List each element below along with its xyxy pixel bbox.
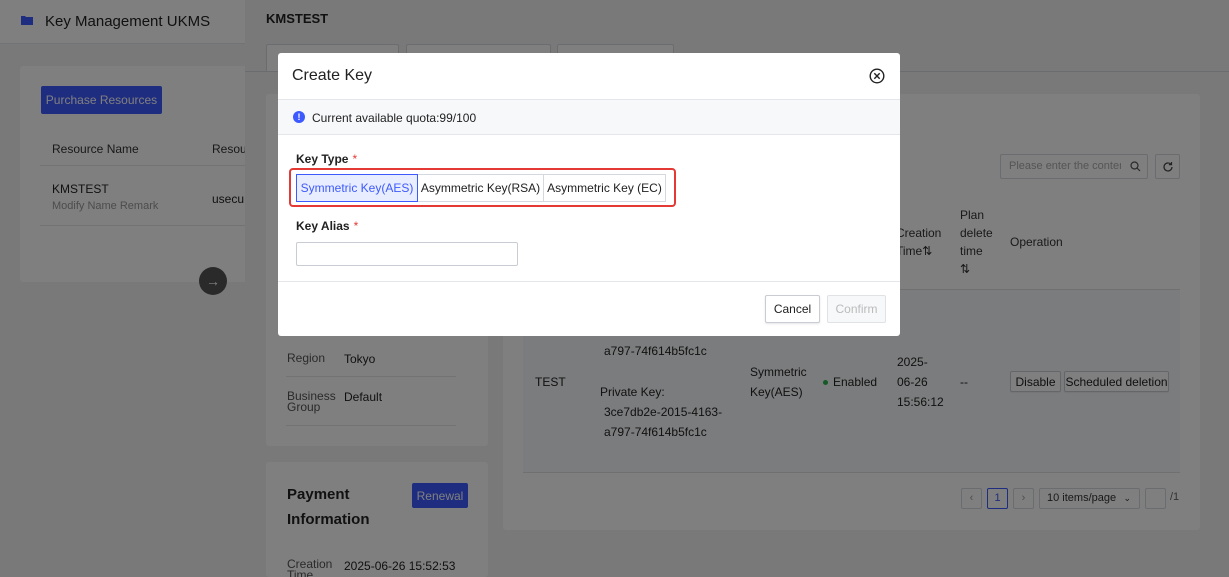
divider	[278, 134, 900, 135]
required-mark: *	[353, 219, 359, 233]
quota-notice: ! Current available quota:99/100	[278, 100, 900, 134]
key-type-label: Key Type *	[296, 152, 357, 166]
dialog-title: Create Key	[292, 67, 373, 84]
key-alias-label-text: Key Alias	[296, 219, 350, 233]
key-type-option-asymmetric-ec[interactable]: Asymmetric Key (EC)	[543, 174, 666, 202]
cancel-button[interactable]: Cancel	[765, 295, 820, 323]
key-alias-input[interactable]	[296, 242, 518, 266]
close-icon[interactable]	[869, 68, 885, 84]
key-type-option-asymmetric-rsa[interactable]: Asymmetric Key(RSA)	[417, 174, 544, 202]
key-type-option-symmetric-aes[interactable]: Symmetric Key(AES)	[296, 174, 418, 202]
key-type-label-text: Key Type	[296, 152, 349, 166]
key-alias-label: Key Alias *	[296, 219, 358, 233]
quota-text: Current available quota:99/100	[312, 111, 477, 125]
confirm-button[interactable]: Confirm	[827, 295, 886, 323]
info-icon: !	[293, 111, 305, 123]
create-key-dialog: Create Key ! Current available quota:99/…	[278, 53, 900, 336]
divider	[278, 281, 900, 282]
required-mark: *	[352, 152, 358, 166]
